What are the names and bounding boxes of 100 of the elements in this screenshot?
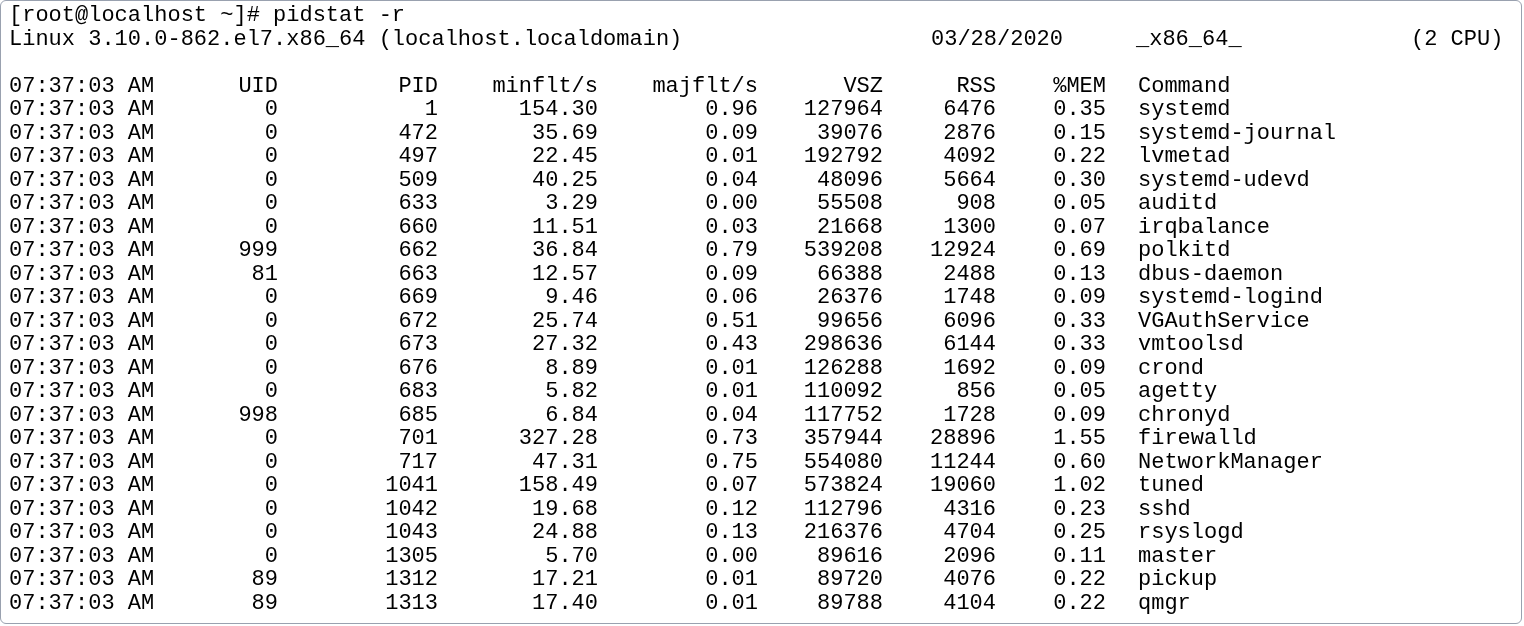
table-cell: 127964 bbox=[803, 98, 883, 122]
table-cell: 5664 bbox=[943, 168, 996, 192]
table-cell: 683 bbox=[398, 380, 438, 404]
table-cell: 0 bbox=[264, 192, 278, 216]
table-cell: 0 bbox=[264, 309, 278, 333]
table-cell: 0 bbox=[264, 286, 278, 310]
table-cell: 5.82 bbox=[545, 380, 598, 404]
table-cell: 07:37:03 AM bbox=[9, 450, 155, 474]
table-cell: 0.33 bbox=[1053, 333, 1106, 357]
table-cell: 4316 bbox=[943, 497, 996, 521]
table-cell: 4076 bbox=[943, 568, 996, 592]
table-cell: auditd bbox=[1138, 192, 1218, 216]
table-cell: 1042 bbox=[385, 497, 438, 521]
table-cell: 0.09 bbox=[705, 121, 758, 145]
table-cell: 192792 bbox=[803, 145, 883, 169]
table-cell: systemd-journal bbox=[1138, 121, 1337, 145]
table-cell: 07:37:03 AM bbox=[9, 192, 155, 216]
table-cell: 48096 bbox=[817, 168, 883, 192]
table-cell: 999 bbox=[238, 239, 278, 263]
table-cell: 07:37:03 AM bbox=[9, 591, 155, 615]
table-cell: 9.46 bbox=[545, 286, 598, 310]
table-cell: 117752 bbox=[803, 403, 883, 427]
table-cell: firewalld bbox=[1138, 427, 1257, 451]
table-cell: 3.29 bbox=[545, 192, 598, 216]
table-cell: 07:37:03 AM bbox=[9, 121, 155, 145]
table-cell: 0.22 bbox=[1053, 568, 1106, 592]
table-cell: 554080 bbox=[803, 450, 883, 474]
table-cell: 0.22 bbox=[1053, 145, 1106, 169]
table-cell: 0.05 bbox=[1053, 380, 1106, 404]
column-header: minflt/s bbox=[492, 74, 598, 98]
table-cell: 5.70 bbox=[545, 544, 598, 568]
table-cell: 36.84 bbox=[532, 239, 598, 263]
table-cell: 19.68 bbox=[532, 497, 598, 521]
table-cell: crond bbox=[1138, 356, 1204, 380]
table-cell: 07:37:03 AM bbox=[9, 333, 155, 357]
table-cell: 672 bbox=[398, 309, 438, 333]
table-cell: 663 bbox=[398, 262, 438, 286]
table-cell: 07:37:03 AM bbox=[9, 521, 155, 545]
table-cell: 4104 bbox=[943, 591, 996, 615]
table-cell: 0.04 bbox=[705, 403, 758, 427]
table-cell: 0.09 bbox=[1053, 356, 1106, 380]
table-cell: 0 bbox=[264, 145, 278, 169]
table-cell: 856 bbox=[956, 380, 996, 404]
table-cell: 0.23 bbox=[1053, 497, 1106, 521]
table-cell: 0.03 bbox=[705, 215, 758, 239]
table-cell: 89788 bbox=[817, 591, 883, 615]
table-cell: 0.13 bbox=[705, 521, 758, 545]
table-cell: irqbalance bbox=[1138, 215, 1271, 239]
table-cell: 0.69 bbox=[1053, 239, 1106, 263]
table-cell: 0 bbox=[264, 215, 278, 239]
table-cell: chronyd bbox=[1138, 403, 1231, 427]
column-header: VSZ bbox=[843, 74, 883, 98]
table-cell: qmgr bbox=[1138, 591, 1191, 615]
column-header: %MEM bbox=[1053, 74, 1106, 98]
table-cell: 0.75 bbox=[705, 450, 758, 474]
table-cell: 39076 bbox=[817, 121, 883, 145]
kernel-info: Linux 3.10.0-862.el7.x86_64 (localhost.localdomain) bbox=[9, 27, 684, 51]
table-cell: 6476 bbox=[943, 98, 996, 122]
table-cell: 673 bbox=[398, 333, 438, 357]
table-cell: 0.25 bbox=[1053, 521, 1106, 545]
table-cell: 0.01 bbox=[705, 145, 758, 169]
table-cell: rsyslogd bbox=[1138, 521, 1244, 545]
table-cell: 1748 bbox=[943, 286, 996, 310]
table-cell: 19060 bbox=[930, 474, 996, 498]
table-cell: systemd-udevd bbox=[1138, 168, 1310, 192]
table-cell: 22.45 bbox=[532, 145, 598, 169]
table-cell: 0 bbox=[264, 521, 278, 545]
table-cell: lvmetad bbox=[1138, 145, 1231, 169]
table-cell: 07:37:03 AM bbox=[9, 168, 155, 192]
table-cell: 07:37:03 AM bbox=[9, 544, 155, 568]
table-cell: 99656 bbox=[817, 309, 883, 333]
column-header: PID bbox=[398, 74, 438, 98]
table-cell: 11244 bbox=[930, 450, 996, 474]
table-cell: 112796 bbox=[803, 497, 883, 521]
table-cell: 509 bbox=[398, 168, 438, 192]
table-cell: 07:37:03 AM bbox=[9, 215, 155, 239]
table-cell: 28896 bbox=[930, 427, 996, 451]
table-cell: NetworkManager bbox=[1138, 450, 1323, 474]
table-cell: 0.51 bbox=[705, 309, 758, 333]
table-cell: polkitd bbox=[1138, 239, 1231, 263]
table-cell: 07:37:03 AM bbox=[9, 145, 155, 169]
date-text: 03/28/2020 bbox=[931, 27, 1065, 51]
table-cell: 24.88 bbox=[532, 521, 598, 545]
table-cell: agetty bbox=[1138, 380, 1218, 404]
table-cell: 07:37:03 AM bbox=[9, 427, 155, 451]
table-cell: 07:37:03 AM bbox=[9, 286, 155, 310]
column-header: 07:37:03 AM bbox=[9, 74, 155, 98]
table-cell: 6.84 bbox=[545, 403, 598, 427]
table-cell: 0.43 bbox=[705, 333, 758, 357]
table-cell: 89 bbox=[251, 568, 278, 592]
table-cell: 27.32 bbox=[532, 333, 598, 357]
table-cell: 0 bbox=[264, 497, 278, 521]
table-cell: 1041 bbox=[385, 474, 438, 498]
table-cell: 539208 bbox=[803, 239, 883, 263]
table-cell: 12924 bbox=[930, 239, 996, 263]
table-cell: 0.15 bbox=[1053, 121, 1106, 145]
table-cell: 717 bbox=[398, 450, 438, 474]
table-cell: 0 bbox=[264, 98, 278, 122]
table-cell: 0.01 bbox=[705, 568, 758, 592]
table-cell: 573824 bbox=[803, 474, 883, 498]
